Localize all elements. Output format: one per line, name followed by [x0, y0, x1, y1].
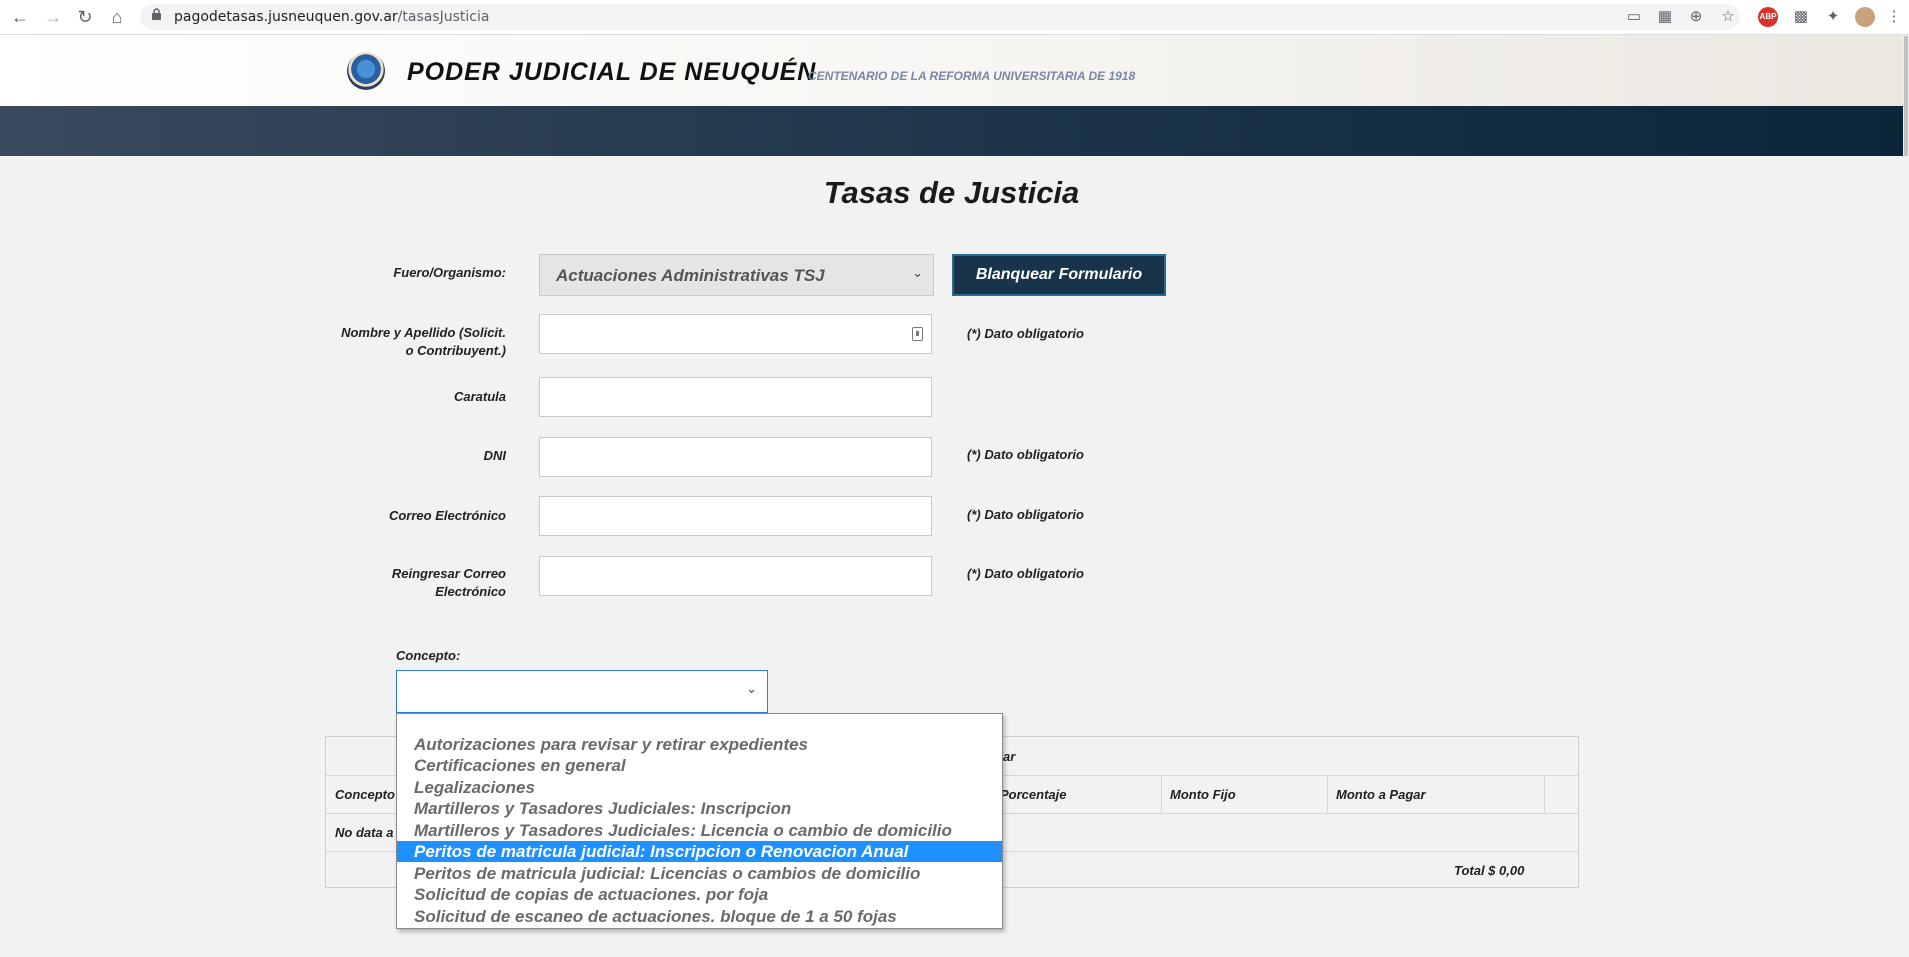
dropdown-option[interactable]: Solicitud de copias de actuaciones. por …: [397, 884, 1002, 905]
nombre-label: Nombre y Apellido (Solicit. o Contribuye…: [326, 324, 506, 360]
browser-toolbar: ← → ↻ ⌂ pagodetasas.jusneuquen.gov.ar/ta…: [0, 0, 1909, 35]
caratula-label: Caratula: [453, 389, 506, 404]
correo-required-note: (*) Dato obligatorio: [967, 507, 1084, 522]
extension-icon[interactable]: ▩: [1791, 7, 1811, 27]
correo-input[interactable]: [539, 496, 932, 536]
col-header-monto-fijo: Monto Fijo: [1170, 787, 1236, 802]
nombre-label-line1: Nombre y Apellido (Solicit.: [341, 325, 506, 340]
header-band: [0, 106, 1903, 156]
reingresar-required-note: (*) Dato obligatorio: [967, 566, 1084, 581]
zoom-icon[interactable]: ⊕: [1686, 7, 1706, 27]
dropdown-option[interactable]: Autorizaciones para revisar y retirar ex…: [397, 734, 1002, 755]
dropdown-option[interactable]: Legalizaciones: [397, 777, 1002, 798]
dropdown-option-selected[interactable]: Peritos de matricula judicial: Inscripci…: [397, 841, 1002, 862]
nombre-label-line2: o Contribuyent.): [405, 343, 506, 358]
reingresar-label-line1: Reingresar Correo: [391, 566, 506, 581]
forward-icon[interactable]: →: [41, 6, 65, 28]
caratula-input[interactable]: [539, 377, 932, 417]
qr-code-icon[interactable]: ▦: [1655, 7, 1675, 27]
table-caption-partial: ar: [1003, 749, 1016, 764]
nombre-required-note: (*) Dato obligatorio: [967, 326, 1084, 341]
fuero-selected-value: Actuaciones Administrativas TSJ: [556, 266, 825, 285]
nombre-input[interactable]: [539, 314, 932, 354]
col-header-porcentaje: Porcentaje: [1000, 787, 1067, 802]
fuero-select[interactable]: Actuaciones Administrativas TSJ ⌄: [539, 254, 934, 296]
menu-kebab-icon[interactable]: ⋮: [1884, 7, 1904, 27]
table-column-divider: [1161, 775, 1162, 813]
reingresar-correo-label: Reingresar Correo Electrónico: [326, 565, 506, 601]
lock-icon: [152, 8, 161, 20]
chevron-down-icon: ⌄: [746, 681, 757, 696]
table-column-divider: [1327, 775, 1328, 813]
url-path: /tasasJusticia: [397, 9, 490, 25]
home-icon[interactable]: ⌂: [105, 6, 129, 28]
dropdown-option[interactable]: Martilleros y Tasadores Judiciales: Lice…: [397, 820, 1002, 841]
page-scrollbar[interactable]: [1903, 35, 1909, 957]
correo-label: Correo Electrónico: [388, 508, 506, 523]
puzzle-extensions-icon[interactable]: ✦: [1823, 7, 1843, 27]
dropdown-option[interactable]: Solicitud de escaneo de actuaciones. blo…: [397, 906, 1002, 927]
dni-label: DNI: [483, 448, 506, 463]
reload-icon[interactable]: ↻: [73, 6, 97, 28]
col-header-monto-pagar: Monto a Pagar: [1336, 787, 1426, 802]
dropdown-option[interactable]: Certificaciones en general: [397, 755, 1002, 776]
back-icon[interactable]: ←: [8, 6, 32, 28]
dni-required-note: (*) Dato obligatorio: [967, 447, 1084, 462]
adblock-plus-icon[interactable]: ABP: [1758, 7, 1778, 27]
autofill-contact-icon[interactable]: [912, 327, 923, 341]
cast-icon[interactable]: ▭: [1624, 7, 1644, 27]
concepto-dropdown-list[interactable]: Autorizaciones para revisar y retirar ex…: [396, 713, 1003, 929]
judicial-seal-logo: [347, 52, 385, 90]
col-header-concepto: Concepto: [335, 787, 395, 802]
reingresar-label-line2: Electrónico: [435, 584, 506, 599]
url-host: pagodetasas.jusneuquen.gov.ar: [174, 9, 398, 25]
dropdown-option[interactable]: Peritos de matricula judicial: Licencias…: [397, 863, 1002, 884]
no-data-text: No data a: [335, 825, 394, 840]
concepto-label: Concepto:: [396, 648, 461, 663]
fuero-label: Fuero/Organismo:: [393, 265, 506, 280]
bookmark-star-icon[interactable]: ☆: [1718, 7, 1738, 27]
dni-input[interactable]: [539, 437, 932, 477]
site-title: PODER JUDICIAL DE NEUQUÉN: [407, 58, 817, 86]
reingresar-correo-input[interactable]: [539, 556, 932, 596]
profile-avatar[interactable]: [1855, 7, 1875, 27]
page-title: Tasas de Justicia: [823, 175, 1080, 210]
total-amount: Total $ 0,00: [1454, 863, 1525, 878]
concepto-select[interactable]: ⌄: [396, 670, 768, 713]
url-text: pagodetasas.jusneuquen.gov.ar/tasasJusti…: [174, 9, 489, 25]
clear-form-button[interactable]: Blanquear Formulario: [952, 254, 1166, 296]
table-column-divider: [1544, 775, 1545, 813]
site-subtitle: CENTENARIO DE LA REFORMA UNIVERSITARIA D…: [808, 69, 1136, 83]
dropdown-option[interactable]: Martilleros y Tasadores Judiciales: Insc…: [397, 798, 1002, 819]
page-scrollbar-thumb[interactable]: [1904, 36, 1908, 156]
chevron-down-icon: ⌄: [912, 265, 923, 280]
